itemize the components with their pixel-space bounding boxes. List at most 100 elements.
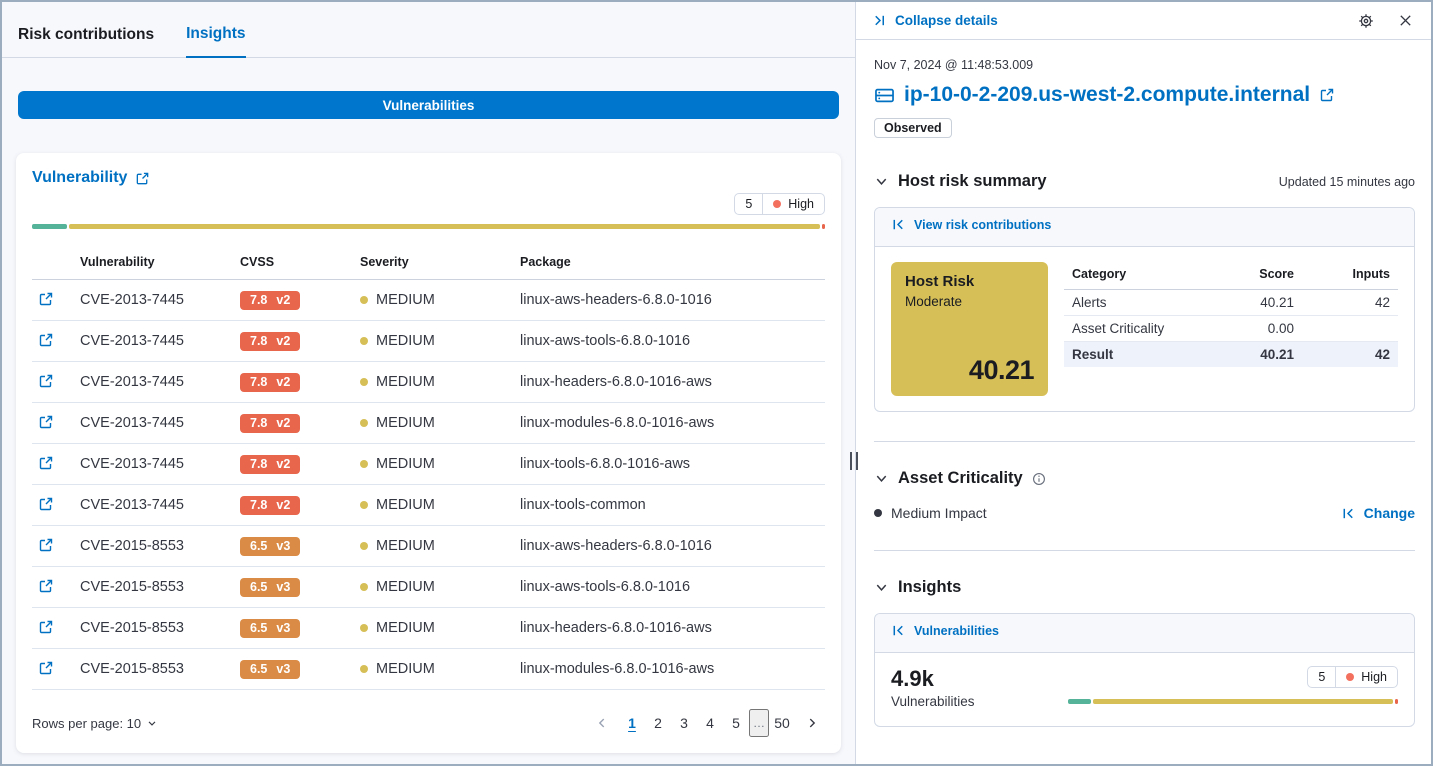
gear-icon[interactable]	[1356, 11, 1376, 31]
page-prev-button[interactable]	[589, 709, 615, 737]
cve-id: CVE-2015-8553	[80, 620, 240, 636]
severity-label: MEDIUM	[376, 374, 435, 390]
open-vulnerability-icon[interactable]	[36, 535, 56, 555]
table-row: CVE-2015-8553 6.5v3 MEDIUM linux-aws-hea…	[32, 526, 825, 567]
severity-dot-icon	[360, 624, 368, 632]
severity-label: MEDIUM	[376, 661, 435, 677]
bar-chevron-left-icon	[1341, 506, 1356, 521]
risk-table-row: Result 40.21 42	[1064, 342, 1398, 367]
external-link-icon	[135, 171, 150, 186]
section-title: Insights	[898, 578, 961, 597]
section-title: Asset Criticality	[898, 469, 1023, 488]
package-name: linux-tools-common	[520, 497, 825, 513]
risk-level: Moderate	[905, 294, 1034, 309]
pagination-page-button[interactable]: 50	[769, 709, 795, 737]
open-vulnerability-icon[interactable]	[36, 658, 56, 678]
high-count-badge: 5 High	[734, 193, 825, 215]
vulnerability-title-link[interactable]: Vulnerability	[32, 169, 150, 187]
vulnerability-card: Vulnerability 5 High	[16, 153, 841, 753]
pagination-page-button: …	[749, 709, 769, 737]
high-count-badge: 5 High	[1307, 666, 1398, 688]
cvss-badge: 7.8v2	[240, 332, 300, 351]
left-panel: Risk contributions Insights Vulnerabilit…	[2, 2, 855, 764]
open-vulnerability-icon[interactable]	[36, 412, 56, 432]
pagination-page-button[interactable]: 5	[723, 709, 749, 737]
tab-bar: Risk contributions Insights	[2, 2, 855, 58]
vulnerability-table: Vulnerability CVSS Severity Package CVE-…	[32, 251, 825, 690]
insights-header[interactable]: Insights	[874, 578, 1415, 597]
cvss-badge: 7.8v2	[240, 373, 300, 392]
vulnerabilities-count: 4.9k	[891, 666, 1056, 692]
pagination-page-button[interactable]: 4	[697, 709, 723, 737]
table-row: CVE-2013-7445 7.8v2 MEDIUM linux-modules…	[32, 403, 825, 444]
pagination-page-button[interactable]: 2	[645, 709, 671, 737]
host-name: ip-10-0-2-209.us-west-2.compute.internal	[904, 83, 1310, 107]
severity-dot-icon	[360, 542, 368, 550]
host-risk-summary-header[interactable]: Host risk summary Updated 15 minutes ago	[874, 172, 1415, 191]
asset-criticality-header[interactable]: Asset Criticality	[874, 469, 1415, 488]
page-next-button[interactable]	[799, 709, 825, 737]
cve-id: CVE-2015-8553	[80, 579, 240, 595]
severity-dot-icon	[360, 296, 368, 304]
observed-badge: Observed	[874, 118, 952, 138]
cve-id: CVE-2013-7445	[80, 292, 240, 308]
change-criticality-link[interactable]: Change	[1341, 505, 1415, 521]
host-title-link[interactable]: ip-10-0-2-209.us-west-2.compute.internal	[874, 83, 1415, 107]
high-dot-icon	[773, 200, 781, 208]
cve-id: CVE-2015-8553	[80, 538, 240, 554]
tab-insights[interactable]: Insights	[186, 25, 245, 58]
open-vulnerability-icon[interactable]	[36, 617, 56, 637]
table-footer: Rows per page: 10 1 2 3 4 5 … 50	[32, 693, 825, 737]
criticality-dot-icon	[874, 509, 882, 517]
severity-label: MEDIUM	[376, 579, 435, 595]
severity-label: MEDIUM	[376, 497, 435, 513]
distribution-bar-segment	[1093, 699, 1392, 704]
vulnerabilities-link[interactable]: Vulnerabilities	[891, 623, 999, 638]
cvss-badge: 7.8v2	[240, 414, 300, 433]
tab-risk-contributions[interactable]: Risk contributions	[18, 26, 154, 57]
severity-distribution-bar	[32, 224, 825, 229]
view-risk-contributions-link[interactable]: View risk contributions	[891, 217, 1051, 232]
package-name: linux-tools-6.8.0-1016-aws	[520, 456, 825, 472]
chevron-right-to-bar-icon	[872, 13, 887, 28]
cvss-badge: 6.5v3	[240, 660, 300, 679]
app-window: Risk contributions Insights Vulnerabilit…	[0, 0, 1433, 766]
cvss-badge: 6.5v3	[240, 537, 300, 556]
distribution-bar-segment	[32, 224, 67, 229]
section-title: Host risk summary	[898, 172, 1047, 191]
panel-resize-handle[interactable]	[850, 452, 858, 470]
cvss-badge: 6.5v3	[240, 619, 300, 638]
severity-dot-icon	[360, 583, 368, 591]
vulnerabilities-button[interactable]: Vulnerabilities	[18, 91, 839, 119]
table-row: CVE-2015-8553 6.5v3 MEDIUM linux-modules…	[32, 649, 825, 690]
bar-chevron-left-icon	[891, 623, 906, 638]
high-dot-icon	[1346, 673, 1354, 681]
open-vulnerability-icon[interactable]	[36, 371, 56, 391]
table-header: Vulnerability CVSS Severity Package	[32, 251, 825, 280]
open-vulnerability-icon[interactable]	[36, 453, 56, 473]
criticality-value: Medium Impact	[891, 505, 987, 521]
distribution-bar-segment	[822, 224, 825, 229]
table-row: CVE-2013-7445 7.8v2 MEDIUM linux-tools-6…	[32, 444, 825, 485]
severity-label: MEDIUM	[376, 415, 435, 431]
open-vulnerability-icon[interactable]	[36, 576, 56, 596]
flyout-body: Nov 7, 2024 @ 11:48:53.009 ip-10-0-2-209…	[856, 40, 1431, 743]
chevron-down-icon	[874, 471, 889, 486]
distribution-bar-segment	[1395, 699, 1398, 704]
open-vulnerability-icon[interactable]	[36, 330, 56, 350]
open-vulnerability-icon[interactable]	[36, 494, 56, 514]
severity-label: MEDIUM	[376, 333, 435, 349]
host-icon	[874, 85, 895, 106]
table-row: CVE-2013-7445 7.8v2 MEDIUM linux-headers…	[32, 362, 825, 403]
severity-dot-icon	[360, 419, 368, 427]
cve-id: CVE-2013-7445	[80, 333, 240, 349]
close-icon[interactable]	[1396, 11, 1415, 30]
cvss-badge: 7.8v2	[240, 455, 300, 474]
pagination-page-button[interactable]: 1	[619, 709, 645, 737]
pagination-page-button[interactable]: 3	[671, 709, 697, 737]
open-vulnerability-icon[interactable]	[36, 289, 56, 309]
severity-distribution-bar	[1068, 699, 1398, 704]
cve-id: CVE-2013-7445	[80, 415, 240, 431]
collapse-details-button[interactable]: Collapse details	[872, 13, 998, 28]
rows-per-page-selector[interactable]: Rows per page: 10	[32, 716, 158, 731]
